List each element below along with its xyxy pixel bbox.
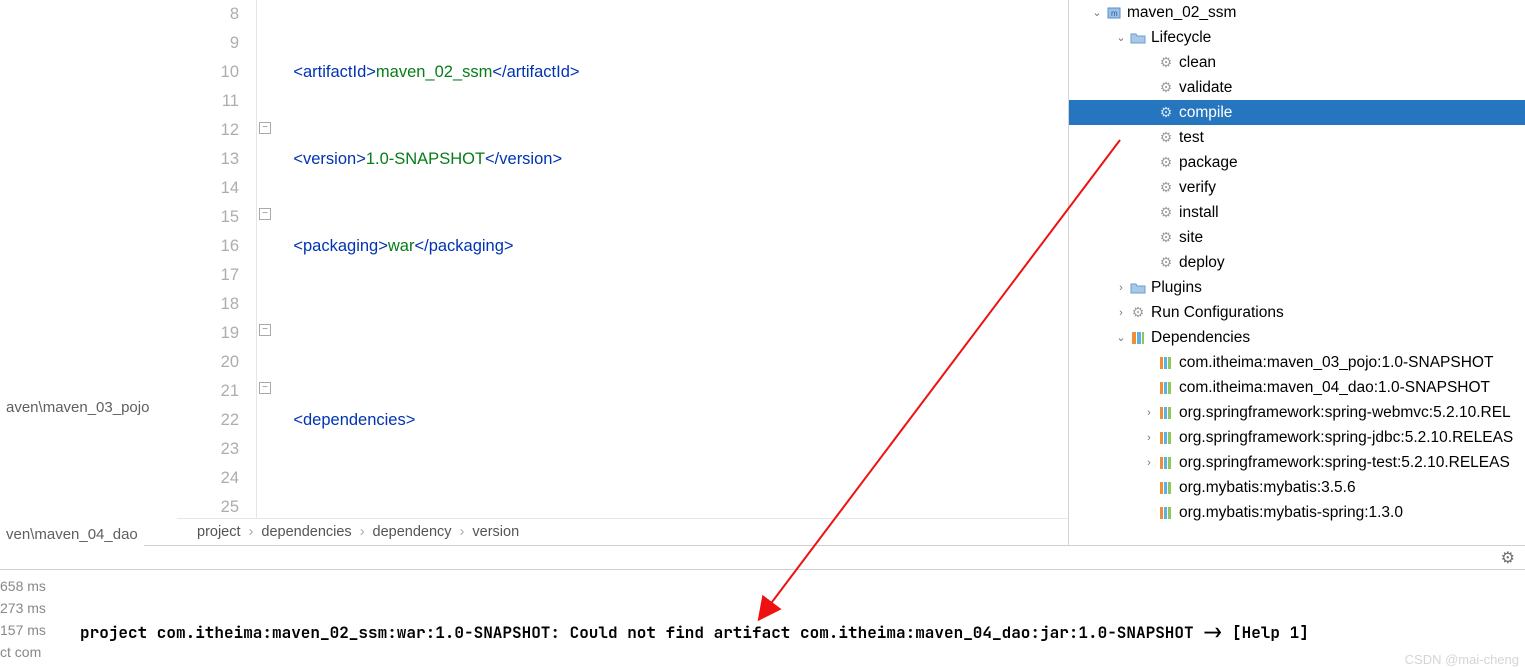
settings-gear-icon[interactable]: ⚙ bbox=[1501, 548, 1515, 568]
library-icon bbox=[1157, 480, 1175, 496]
svg-text:m: m bbox=[1111, 9, 1118, 18]
chevron-down-icon: ⌄ bbox=[1089, 6, 1105, 19]
lifecycle-test[interactable]: ⚙test bbox=[1069, 125, 1525, 150]
dependency-item[interactable]: com.itheima:maven_04_dao:1.0-SNAPSHOT bbox=[1069, 375, 1525, 400]
breadcrumb-item[interactable]: project bbox=[197, 524, 241, 540]
build-console[interactable]: 658 ms 273 ms 157 ms ct com project com.… bbox=[0, 570, 1525, 667]
project-tab-2[interactable]: ven\maven_04_dao bbox=[0, 522, 144, 547]
folder-icon bbox=[1129, 280, 1147, 296]
lifecycle-validate[interactable]: ⚙validate bbox=[1069, 75, 1525, 100]
maven-panel: ⌄mmaven_02_ssm ⌄Lifecycle ⚙clean ⚙valida… bbox=[1069, 0, 1525, 545]
fold-marker-icon[interactable]: − bbox=[259, 208, 271, 220]
fold-marker-icon[interactable]: − bbox=[259, 324, 271, 336]
gear-icon: ⚙ bbox=[1157, 54, 1175, 71]
lifecycle-site[interactable]: ⚙site bbox=[1069, 225, 1525, 250]
project-tab-1[interactable]: aven\maven_03_pojo bbox=[0, 395, 155, 420]
fold-marker-icon[interactable]: − bbox=[259, 382, 271, 394]
gear-icon: ⚙ bbox=[1157, 254, 1175, 271]
library-icon bbox=[1157, 455, 1175, 471]
lifecycle-package[interactable]: ⚙package bbox=[1069, 150, 1525, 175]
lifecycle-deploy[interactable]: ⚙deploy bbox=[1069, 250, 1525, 275]
gear-icon: ⚙ bbox=[1157, 154, 1175, 171]
chevron-right-icon: › bbox=[1113, 307, 1129, 319]
maven-plugins[interactable]: ›Plugins bbox=[1069, 275, 1525, 300]
dependency-item[interactable]: com.itheima:maven_03_pojo:1.0-SNAPSHOT bbox=[1069, 350, 1525, 375]
lifecycle-clean[interactable]: ⚙clean bbox=[1069, 50, 1525, 75]
library-icon bbox=[1157, 505, 1175, 521]
lifecycle-verify[interactable]: ⚙verify bbox=[1069, 175, 1525, 200]
project-tabs-strip: aven\maven_03_pojo ven\maven_04_dao bbox=[0, 0, 177, 545]
chevron-right-icon: › bbox=[1141, 432, 1157, 444]
gear-icon: ⚙ bbox=[1129, 304, 1147, 321]
chevron-right-icon: › bbox=[1113, 282, 1129, 294]
dependency-item[interactable]: ›org.springframework:spring-webmvc:5.2.1… bbox=[1069, 400, 1525, 425]
chevron-right-icon: › bbox=[1141, 407, 1157, 419]
maven-runconf[interactable]: ›⚙Run Configurations bbox=[1069, 300, 1525, 325]
tool-window-toolbar: ⚙ bbox=[0, 545, 1525, 570]
maven-root[interactable]: ⌄mmaven_02_ssm bbox=[1069, 0, 1525, 25]
breadcrumb[interactable]: project› dependencies› dependency› versi… bbox=[177, 518, 1068, 545]
gear-icon: ⚙ bbox=[1157, 79, 1175, 96]
build-error-message: project com.itheima:maven_02_ssm:war:1.0… bbox=[80, 622, 1309, 643]
timing-label: 658 ms bbox=[0, 578, 46, 594]
breadcrumb-item[interactable]: dependencies bbox=[261, 524, 351, 540]
chevron-down-icon: ⌄ bbox=[1113, 331, 1129, 344]
chevron-down-icon: ⌄ bbox=[1113, 31, 1129, 44]
library-icon bbox=[1157, 380, 1175, 396]
breadcrumb-item[interactable]: dependency bbox=[373, 524, 452, 540]
breadcrumb-item[interactable]: version bbox=[472, 524, 519, 540]
dependency-item[interactable]: ›org.springframework:spring-jdbc:5.2.10.… bbox=[1069, 425, 1525, 450]
maven-lifecycle[interactable]: ⌄Lifecycle bbox=[1069, 25, 1525, 50]
watermark: CSDN @mai-cheng bbox=[1405, 652, 1519, 667]
fold-column: − − − − bbox=[257, 0, 275, 518]
library-icon bbox=[1157, 430, 1175, 446]
timing-label: 157 ms bbox=[0, 622, 46, 638]
maven-dependencies[interactable]: ⌄Dependencies bbox=[1069, 325, 1525, 350]
lifecycle-compile[interactable]: ⚙compile bbox=[1069, 100, 1525, 125]
timing-label: ct com bbox=[0, 644, 41, 660]
lifecycle-install[interactable]: ⚙install bbox=[1069, 200, 1525, 225]
gear-icon: ⚙ bbox=[1157, 179, 1175, 196]
fold-marker-icon[interactable]: − bbox=[259, 122, 271, 134]
code-area[interactable]: <artifactId>maven_02_ssm</artifactId> <v… bbox=[275, 0, 1068, 518]
gear-icon: ⚙ bbox=[1157, 104, 1175, 121]
editor-body[interactable]: 8910111213141516171819202122232425 − − −… bbox=[177, 0, 1068, 518]
library-icon bbox=[1157, 355, 1175, 371]
dependencies-icon bbox=[1129, 330, 1147, 346]
module-icon: m bbox=[1105, 5, 1123, 21]
gear-icon: ⚙ bbox=[1157, 204, 1175, 221]
gear-icon: ⚙ bbox=[1157, 129, 1175, 146]
dependency-item[interactable]: org.mybatis:mybatis-spring:1.3.0 bbox=[1069, 500, 1525, 525]
editor-column: 8910111213141516171819202122232425 − − −… bbox=[177, 0, 1069, 545]
folder-icon bbox=[1129, 30, 1147, 46]
dependency-item[interactable]: ›org.springframework:spring-test:5.2.10.… bbox=[1069, 450, 1525, 475]
timing-label: 273 ms bbox=[0, 600, 46, 616]
dependency-item[interactable]: org.mybatis:mybatis:3.5.6 bbox=[1069, 475, 1525, 500]
chevron-right-icon: › bbox=[1141, 457, 1157, 469]
library-icon bbox=[1157, 405, 1175, 421]
gear-icon: ⚙ bbox=[1157, 229, 1175, 246]
line-gutter: 8910111213141516171819202122232425 bbox=[177, 0, 257, 518]
